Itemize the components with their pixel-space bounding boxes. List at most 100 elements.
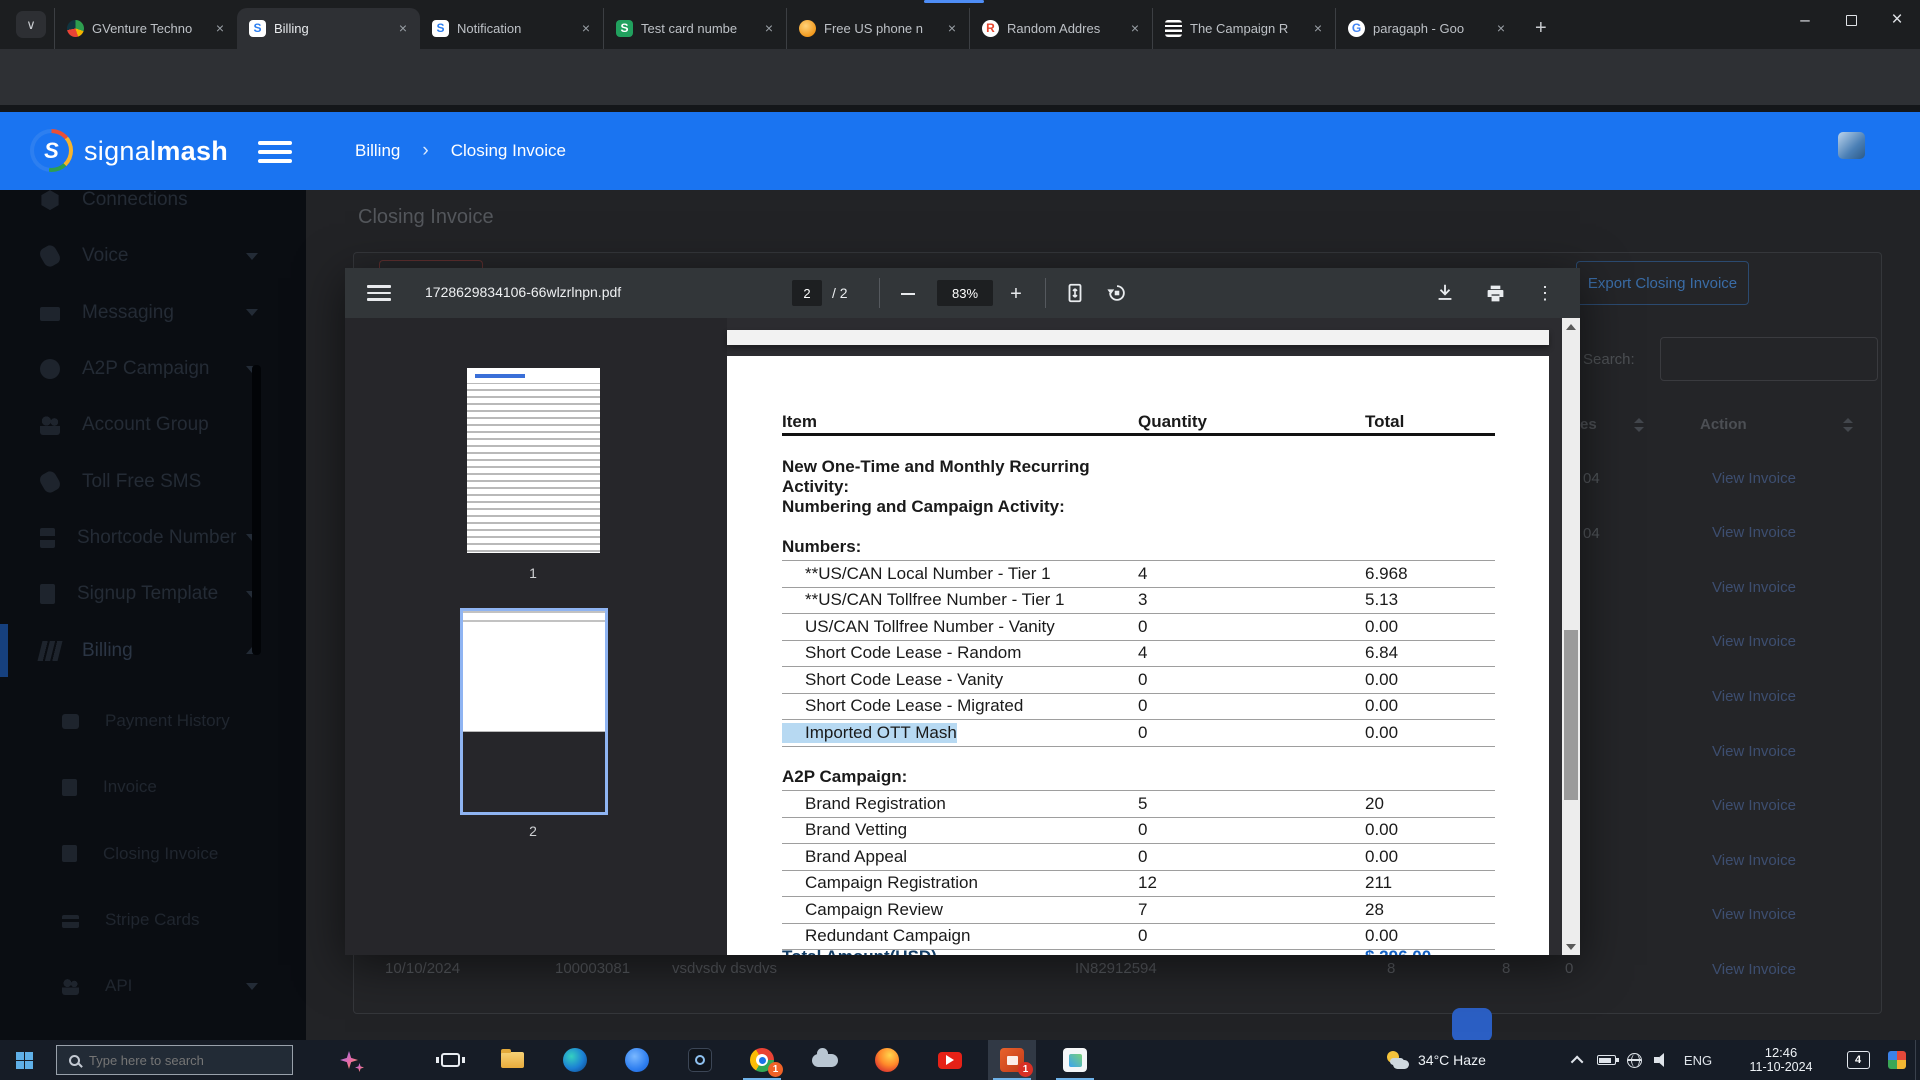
table-row: View Invoice — [1712, 451, 1852, 506]
scroll-down-icon[interactable] — [1562, 938, 1580, 955]
browser-tab[interactable]: paragaph - Goo × — [1335, 8, 1518, 49]
sidebar-item-icon — [38, 641, 63, 661]
zoom-in-button[interactable]: + — [1003, 281, 1029, 307]
onedrive-icon[interactable] — [801, 1040, 849, 1080]
pagination-button[interactable] — [1452, 1008, 1492, 1042]
tab-close-icon[interactable]: × — [394, 20, 412, 38]
pdf-more-icon[interactable]: ⋮ — [1531, 279, 1559, 307]
youtube-icon[interactable] — [926, 1040, 974, 1080]
screen-recorder-icon[interactable] — [676, 1040, 724, 1080]
browser-tab[interactable]: Test card numbe × — [603, 8, 786, 49]
sidebar-item-icon — [40, 528, 55, 548]
sidebar-item-label: Account Group — [82, 414, 209, 436]
view-invoice-link[interactable]: View Invoice — [1712, 470, 1796, 487]
browser-tab[interactable]: GVenture Techno × — [54, 8, 237, 49]
pdf-download-icon[interactable] — [1431, 279, 1459, 307]
action-center-icon[interactable]: 4 — [1838, 1040, 1878, 1080]
firefox-icon[interactable] — [863, 1040, 911, 1080]
taskbar-clock[interactable]: 12:46 11-10-2024 — [1735, 1040, 1827, 1080]
tab-close-icon[interactable]: × — [760, 20, 778, 38]
view-invoice-link[interactable]: View Invoice — [1712, 688, 1796, 705]
sidebar-item-label: Invoice — [103, 777, 157, 797]
view-invoice-link[interactable]: View Invoice — [1712, 852, 1796, 869]
view-invoice-link[interactable]: View Invoice — [1712, 579, 1796, 596]
photos-icon[interactable] — [1051, 1040, 1099, 1080]
tray-color-icon[interactable] — [1888, 1051, 1906, 1069]
tab-close-icon[interactable]: × — [1309, 20, 1327, 38]
doc-item: Short Code Lease - Vanity — [782, 670, 1003, 690]
view-invoice-link[interactable]: View Invoice — [1712, 524, 1796, 541]
sort-icon[interactable] — [1843, 418, 1853, 432]
rotate-icon[interactable] — [1103, 279, 1131, 307]
view-invoice-link[interactable]: View Invoice — [1712, 743, 1796, 760]
blue-app-icon[interactable] — [613, 1040, 661, 1080]
powerpoint-icon[interactable]: 1 — [988, 1040, 1036, 1080]
tab-close-icon[interactable]: × — [577, 20, 595, 38]
scrollbar-thumb[interactable] — [1564, 630, 1578, 800]
browser-tab[interactable]: Random Addres × — [969, 8, 1152, 49]
pdf-thumbnail-page-2-selected[interactable] — [460, 608, 608, 815]
doc-table-numbers: **US/CAN Local Number - Tier 1 4 6.968 *… — [782, 560, 1495, 747]
browser-tab[interactable]: The Campaign R × — [1152, 8, 1335, 49]
pdf-page-input[interactable] — [792, 280, 822, 306]
window-close-button[interactable]: × — [1874, 0, 1920, 40]
doc-section-heading: Numbers: — [782, 537, 861, 557]
sidebar-item[interactable]: Connections — [0, 172, 306, 228]
pdf-menu-icon[interactable] — [367, 285, 391, 301]
view-invoice-link[interactable]: View Invoice — [1712, 906, 1796, 923]
language-indicator[interactable]: ENG — [1678, 1040, 1718, 1080]
tab-close-icon[interactable]: × — [211, 20, 229, 38]
volume-icon[interactable] — [1646, 1040, 1678, 1080]
taskbar-search[interactable] — [56, 1045, 293, 1075]
zoom-out-button[interactable] — [895, 281, 921, 307]
window-minimize-button[interactable]: – — [1782, 0, 1828, 40]
tab-close-icon[interactable]: × — [1126, 20, 1144, 38]
pdf-thumbnail-page-1[interactable] — [467, 368, 600, 553]
doc-item: Brand Appeal — [782, 847, 907, 867]
doc-row: Campaign Review 7 28 — [782, 897, 1495, 924]
table-column-partial[interactable]: es — [1580, 416, 1597, 433]
sidebar-item[interactable]: Closing Invoice — [0, 820, 306, 886]
sidebar-item[interactable]: Voice — [0, 228, 306, 284]
table-column-action[interactable]: Action — [1700, 416, 1747, 433]
doc-total: 5.13 — [1365, 590, 1398, 610]
copilot-icon[interactable] — [328, 1040, 376, 1080]
chrome-icon[interactable]: 1 — [738, 1040, 786, 1080]
pdf-scrollbar[interactable] — [1562, 318, 1580, 955]
sidebar-item[interactable]: Stripe Cards — [0, 887, 306, 953]
fit-to-page-icon[interactable] — [1061, 279, 1089, 307]
tab-close-icon[interactable]: × — [1492, 20, 1510, 38]
tab-search-button[interactable]: ∨ — [16, 11, 46, 38]
sidebar-scrollbar-thumb[interactable] — [252, 365, 261, 655]
taskbar-search-input[interactable] — [89, 1053, 269, 1068]
edge-icon[interactable] — [551, 1040, 599, 1080]
task-view-icon[interactable] — [426, 1040, 474, 1080]
file-explorer-icon[interactable] — [488, 1040, 536, 1080]
user-avatar[interactable] — [1838, 132, 1865, 159]
sidebar-item[interactable]: Payment History — [0, 688, 306, 754]
breadcrumb: Billing › Closing Invoice — [355, 112, 566, 190]
show-desktop-button[interactable] — [1915, 1040, 1920, 1080]
taskbar-weather[interactable]: 34°C Haze — [1385, 1040, 1486, 1080]
doc-item: **US/CAN Tollfree Number - Tier 1 — [782, 590, 1065, 610]
breadcrumb-section[interactable]: Billing — [355, 141, 400, 161]
zoom-level[interactable]: 83% — [937, 280, 993, 306]
browser-tab[interactable]: Billing × — [237, 8, 420, 49]
view-invoice-link[interactable]: View Invoice — [1712, 797, 1796, 814]
window-maximize-button[interactable] — [1828, 0, 1874, 40]
sidebar-toggle-icon[interactable] — [258, 141, 294, 163]
sidebar-item[interactable]: Messaging — [0, 285, 306, 341]
view-invoice-link[interactable]: View Invoice — [1712, 633, 1796, 650]
start-button[interactable] — [0, 1040, 48, 1080]
search-input[interactable] — [1660, 337, 1878, 381]
tab-close-icon[interactable]: × — [943, 20, 961, 38]
scroll-up-icon[interactable] — [1562, 318, 1580, 335]
export-closing-invoice-button[interactable]: Export Closing Invoice — [1576, 261, 1749, 305]
new-tab-button[interactable]: + — [1523, 8, 1563, 49]
sort-icon[interactable] — [1634, 418, 1644, 432]
print-icon[interactable] — [1481, 279, 1509, 307]
browser-tab[interactable]: Free US phone n × — [786, 8, 969, 49]
browser-tab[interactable]: Notification × — [420, 8, 603, 49]
pdf-viewer-body: 1 2 Item Quantity Total New One-Time and… — [345, 318, 1580, 955]
sidebar-item[interactable]: Invoice — [0, 754, 306, 820]
